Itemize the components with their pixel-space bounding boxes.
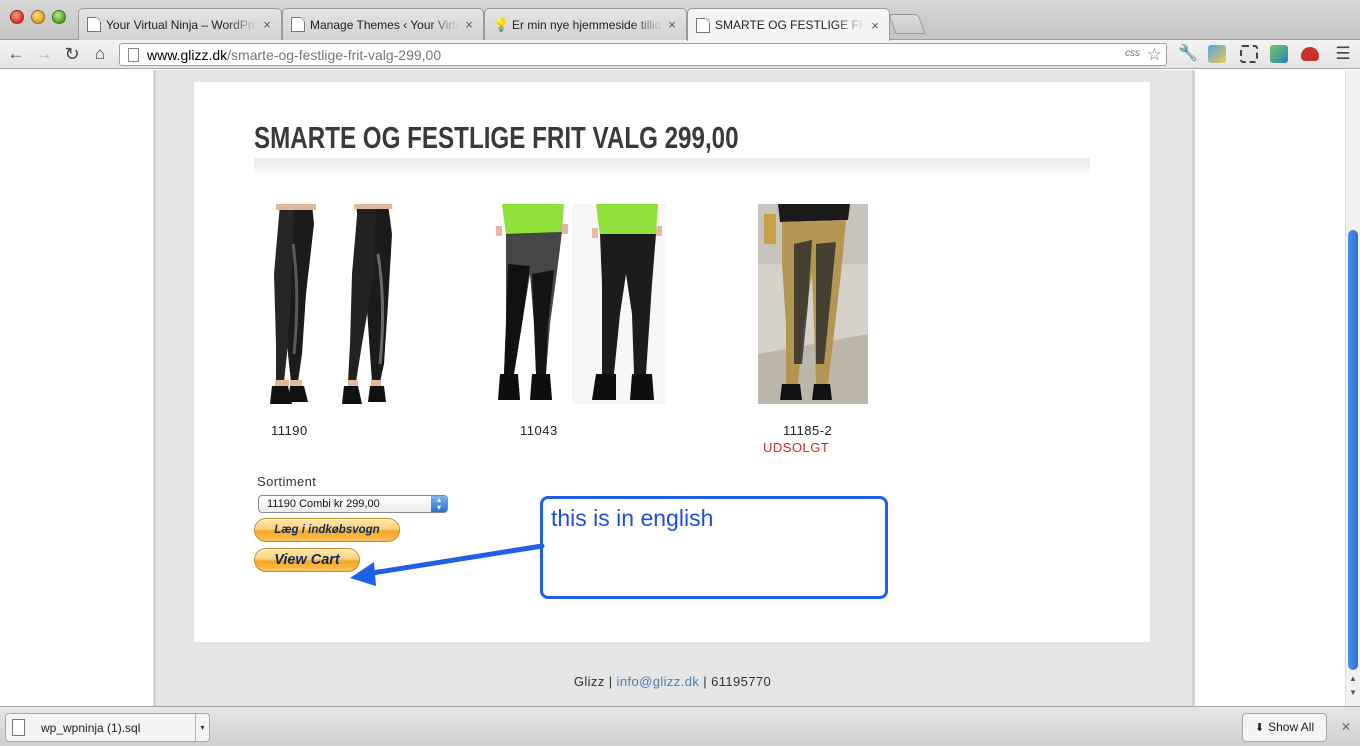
annotation-arrow-icon [350, 543, 545, 586]
url-host: www.glizz.dk [147, 46, 228, 63]
css-viewer-icon[interactable]: css [1125, 48, 1140, 59]
scroll-up-icon[interactable]: ▲ [1348, 674, 1358, 683]
black-leggings-photo [258, 204, 418, 404]
tab-title: Manage Themes ‹ Your Virtual Ninja [310, 17, 459, 32]
tab-smarte-og-festlige[interactable]: SMARTE OG FESTLIGE FRIT VALG × [687, 8, 890, 41]
file-icon [12, 719, 25, 736]
sortiment-select[interactable]: 11190 Combi kr 299,00 ▴ ▾ [258, 495, 448, 513]
title-divider [254, 158, 1090, 174]
back-arrow-icon[interactable]: ← [5, 43, 27, 65]
scroll-down-icon[interactable]: ▼ [1348, 688, 1358, 697]
page-title: SMARTE OG FESTLIGE FRIT VALG 299,00 [254, 120, 739, 155]
forward-arrow-icon[interactable]: → [33, 43, 55, 65]
sortiment-selected-value: 11190 Combi kr 299,00 [267, 498, 380, 510]
tab-close-icon[interactable]: × [869, 18, 881, 33]
screenshot-extension-icon[interactable] [1240, 45, 1258, 63]
menu-icon[interactable]: ☰ [1334, 45, 1352, 63]
footer-separator: | [604, 674, 617, 689]
document-icon [291, 17, 305, 32]
add-to-cart-button[interactable]: Læg i indkøbsvogn [254, 518, 400, 542]
document-icon [696, 17, 710, 33]
tab-close-icon[interactable]: × [666, 17, 678, 32]
browser-toolbar: ← → ↻ ⌂ www.glizz.dk/smarte-og-festlige-… [0, 40, 1360, 69]
new-tab-button[interactable] [888, 14, 926, 34]
page-footer: Glizz | info@glizz.dk | 61195770 [0, 674, 1345, 689]
soldout-badge: UDSOLGT [763, 440, 830, 455]
dropdown-caret-icon[interactable]: ▾ [195, 714, 209, 741]
evernote-extension-icon[interactable] [1270, 45, 1288, 63]
product-code: 11190 [271, 423, 308, 438]
wrench-icon[interactable]: 🔧 [1178, 45, 1198, 63]
product-code: 11185-2 [783, 423, 833, 438]
url-path: /smarte-og-festlige-frit-valg-299,00 [227, 46, 442, 63]
lightbulb-icon: 💡 [493, 17, 510, 32]
tab-title: SMARTE OG FESTLIGE FRIT VALG [715, 18, 865, 32]
address-bar[interactable]: www.glizz.dk/smarte-og-festlige-frit-val… [119, 43, 1167, 66]
footer-separator: | [699, 674, 712, 689]
vertical-scrollbar[interactable]: ▲ ▼ [1345, 70, 1360, 706]
extension-icon[interactable] [1208, 45, 1226, 63]
select-arrows-icon: ▴ ▾ [431, 496, 447, 512]
footer-phone: 61195770 [711, 674, 772, 689]
product-image-11185-2[interactable] [758, 204, 868, 404]
tab-close-icon[interactable]: × [261, 17, 273, 32]
gold-mesh-leggings-photo [758, 204, 868, 404]
show-all-label: Show All [1268, 720, 1315, 734]
tab-manage-themes[interactable]: Manage Themes ‹ Your Virtual Ninja × [282, 8, 484, 40]
bookmark-star-icon[interactable]: ☆ [1147, 44, 1162, 65]
home-icon[interactable]: ⌂ [89, 43, 111, 65]
window-close-button[interactable] [10, 10, 24, 24]
sortiment-label: Sortiment [257, 474, 317, 489]
download-arrow-icon: ⬇ [1254, 722, 1265, 734]
close-shelf-icon[interactable]: ✕ [1341, 720, 1351, 734]
window-minimize-button[interactable] [31, 10, 45, 24]
tab-er-min-nye-hjemmeside[interactable]: 💡 Er min nye hjemmeside tillid × [484, 8, 687, 40]
document-icon [87, 17, 101, 32]
tab-title: Your Virtual Ninja – WordPress [106, 17, 257, 32]
scrollbar-thumb[interactable] [1348, 230, 1358, 670]
product-code: 11043 [520, 423, 558, 438]
download-shelf: wp_wpninja (1).sql ▾ ⬇ Show All ✕ [0, 706, 1360, 746]
page-icon [128, 47, 139, 62]
annotation-callout: this is in english [540, 496, 888, 599]
annotation-text: this is in english [551, 505, 714, 531]
footer-brand: Glizz [573, 674, 605, 689]
green-top-sheer-leggings-photo [492, 204, 666, 404]
footer-email-link[interactable]: info@glizz.dk [617, 674, 700, 689]
tab-title: Er min nye hjemmeside tillid [512, 17, 662, 32]
product-image-11043[interactable] [492, 204, 666, 404]
download-filename: wp_wpninja (1).sql [41, 720, 141, 735]
tab-strip: Your Virtual Ninja – WordPress × Manage … [0, 0, 1360, 41]
sofa-extension-icon[interactable] [1301, 47, 1319, 61]
product-image-11190[interactable] [258, 204, 418, 404]
download-item[interactable]: wp_wpninja (1).sql ▾ [5, 713, 210, 742]
tab-close-icon[interactable]: × [463, 17, 475, 32]
page-viewport: SMARTE OG FESTLIGE FRIT VALG 299,00 1119… [0, 70, 1345, 706]
reload-icon[interactable]: ↻ [61, 43, 83, 65]
show-all-downloads-button[interactable]: ⬇ Show All [1242, 713, 1327, 742]
tab-your-virtual-ninja[interactable]: Your Virtual Ninja – WordPress × [78, 8, 282, 40]
window-zoom-button[interactable] [52, 10, 66, 24]
